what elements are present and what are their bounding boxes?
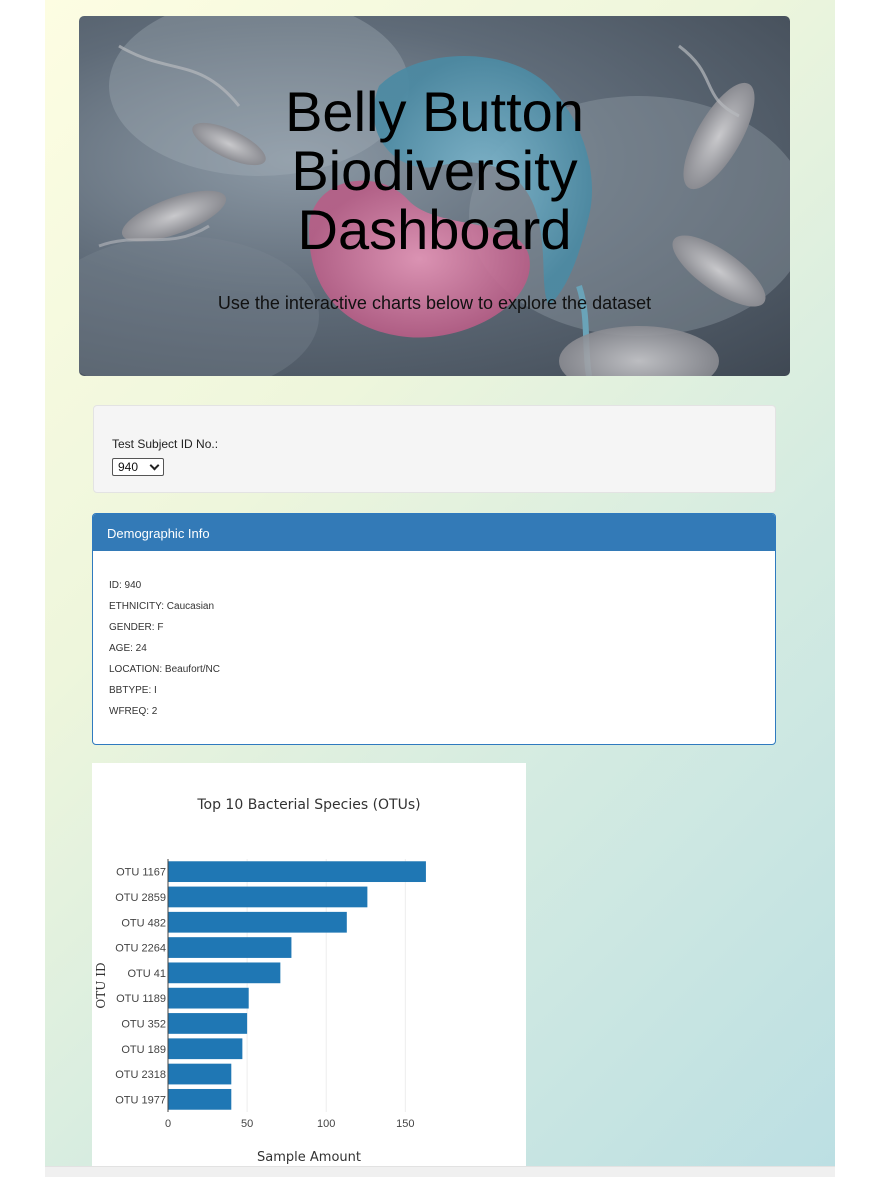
bar[interactable] <box>168 962 281 984</box>
title-line: Biodiversity <box>291 139 578 202</box>
metadata-line: BBTYPE: I <box>109 685 157 696</box>
title-line: Dashboard <box>297 198 572 261</box>
title-line: Belly Button <box>285 80 584 143</box>
page-background: Belly Button Biodiversity Dashboard Use … <box>45 0 835 1166</box>
hero-banner: Belly Button Biodiversity Dashboard Use … <box>79 16 790 376</box>
bar-chart-card: OTU 1167 OTU 2859 OTU 482 OTU 2264 OTU 41 OTU… <box>92 763 526 1166</box>
bar[interactable] <box>168 861 426 883</box>
bar[interactable] <box>168 1063 232 1085</box>
demographic-panel: Demographic Info ID: 940 ETHNICITY: Cauc… <box>92 513 776 745</box>
y-tick-label: OTU 189 <box>121 1044 166 1056</box>
chart-title: Top 10 Bacterial Species (OTUs) <box>196 797 420 813</box>
y-tick-label: OTU 1977 <box>115 1094 166 1106</box>
chevron-down-icon <box>149 460 160 471</box>
bar[interactable] <box>168 1038 243 1060</box>
x-tick-label: 150 <box>396 1118 414 1130</box>
metadata-line: GENDER: F <box>109 622 164 633</box>
metadata-line: ID: 940 <box>109 580 142 591</box>
x-tick-label: 50 <box>241 1118 253 1130</box>
panel-heading: Demographic Info <box>93 514 775 551</box>
y-tick-label: OTU 2318 <box>115 1069 166 1081</box>
horizontal-scrollbar[interactable] <box>45 1166 835 1177</box>
demographic-body: ID: 940 ETHNICITY: Caucasian GENDER: F A… <box>109 575 220 722</box>
y-tick-label: OTU 1189 <box>116 993 166 1005</box>
bar-chart[interactable]: OTU 1167 OTU 2859 OTU 482 OTU 2264 OTU 41 OTU… <box>92 763 526 1166</box>
hero-subtitle: Use the interactive charts below to expl… <box>217 293 652 313</box>
subject-id-label: Test Subject ID No.: <box>112 437 219 451</box>
page-title: Belly Button Biodiversity Dashboard <box>79 82 790 259</box>
metadata-line: LOCATION: Beaufort/NC <box>109 664 220 675</box>
x-axis-label: Sample Amount <box>257 1150 361 1165</box>
y-tick-label: OTU 1167 <box>116 867 166 879</box>
panel-title: Demographic Info <box>107 526 210 541</box>
y-tick-label: OTU 41 <box>127 968 166 980</box>
y-tick-label: OTU 482 <box>121 917 166 929</box>
metadata-line: WFREQ: 2 <box>109 706 158 717</box>
subject-id-value: 940 <box>118 460 139 474</box>
bar[interactable] <box>168 937 292 958</box>
metadata-line: ETHNICITY: Caucasian <box>109 601 215 612</box>
x-tick-label: 100 <box>317 1118 335 1130</box>
bar[interactable] <box>168 911 347 933</box>
bar[interactable] <box>168 987 249 1009</box>
subject-id-select[interactable]: 940 <box>112 458 164 476</box>
y-axis-label: OTU ID <box>94 962 108 1008</box>
y-tick-label: OTU 352 <box>121 1018 166 1030</box>
bar[interactable] <box>168 1013 248 1034</box>
selector-well: Test Subject ID No.: 940 <box>93 405 776 493</box>
y-tick-label: OTU 2264 <box>115 943 166 955</box>
y-tick-label: OTU 2859 <box>115 892 166 904</box>
bar[interactable] <box>168 1088 232 1110</box>
metadata-line: AGE: 24 <box>109 643 147 654</box>
x-tick-label: 0 <box>165 1118 171 1130</box>
bar[interactable] <box>168 886 368 908</box>
